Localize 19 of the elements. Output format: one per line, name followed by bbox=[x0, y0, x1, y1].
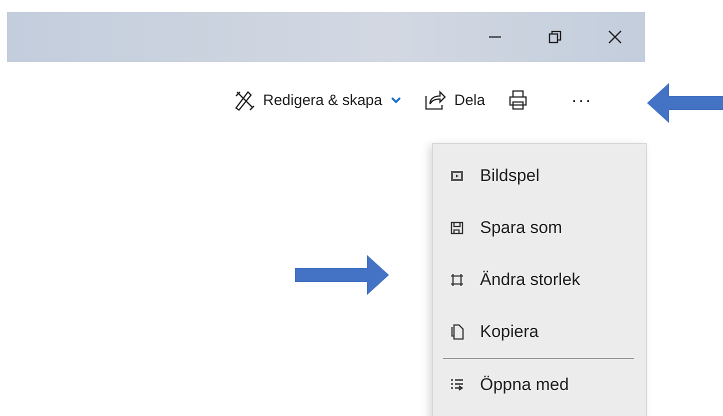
share-button[interactable]: Dela bbox=[416, 82, 494, 118]
close-icon bbox=[608, 30, 622, 44]
menu-item[interactable]: Öppna med bbox=[433, 359, 646, 411]
resize-icon bbox=[450, 273, 464, 287]
menu-item[interactable]: Ändra storlek bbox=[433, 254, 646, 306]
edit-create-button[interactable]: Redigera & skapa bbox=[225, 82, 410, 118]
list-icon bbox=[450, 378, 464, 392]
printer-icon bbox=[507, 89, 530, 111]
copy-icon bbox=[450, 324, 464, 340]
more-button[interactable]: ··· bbox=[563, 82, 600, 118]
share-icon bbox=[424, 89, 446, 111]
pencil-ruler-icon bbox=[233, 89, 255, 111]
restore-icon bbox=[548, 30, 562, 44]
menu-item[interactable]: Kopiera bbox=[433, 306, 646, 358]
menu-item[interactable]: Spara som bbox=[433, 202, 646, 254]
menu-item[interactable]: Bildspel bbox=[433, 150, 646, 202]
save-icon bbox=[450, 221, 464, 235]
minimize-icon bbox=[489, 36, 501, 38]
slideshow-icon bbox=[450, 169, 464, 183]
